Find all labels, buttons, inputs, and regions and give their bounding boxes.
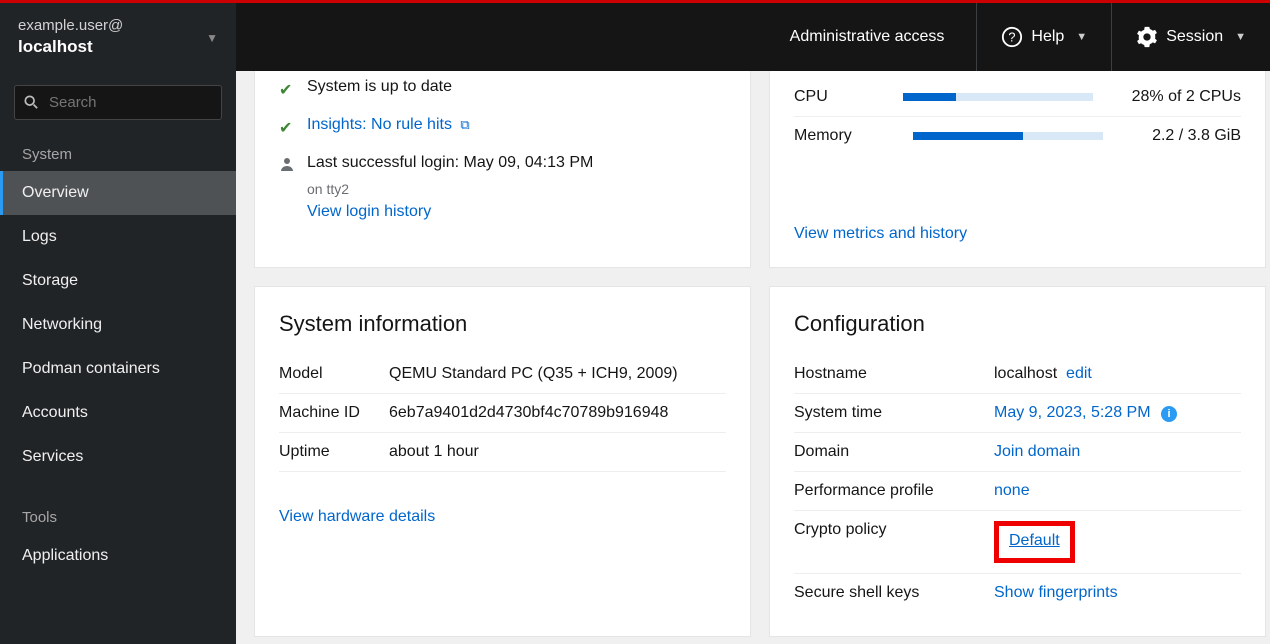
metrics-link[interactable]: View metrics and history [794,225,967,243]
sysinfo-model-v: QEMU Standard PC (Q35 + ICH9, 2009) [389,355,726,394]
health-card: ✔ System is up to date ✔ Insights: No ru… [254,71,751,268]
nav-podman[interactable]: Podman containers [0,347,236,391]
login-history-link[interactable]: View login history [307,203,431,221]
systime-k: System time [794,394,994,433]
domain-k: Domain [794,433,994,472]
nav-services[interactable]: Services [0,435,236,479]
crypto-policy-link[interactable]: Default [1009,532,1060,549]
help-button[interactable]: ? Help ▼ [976,3,1111,71]
hostname-v: localhost [994,365,1057,382]
health-uptodate: System is up to date [307,78,452,96]
crypto-highlight: Default [994,521,1075,563]
help-label: Help [1031,28,1064,46]
hostname-k: Hostname [794,355,994,394]
config-card: Configuration Hostname localhost edit Sy… [769,286,1266,637]
sidebar: System Overview Logs Storage Networking … [0,71,236,644]
config-title: Configuration [794,311,1241,337]
session-button[interactable]: Session ▼ [1111,3,1270,71]
check-icon: ✔ [279,80,297,100]
nav-logs[interactable]: Logs [0,215,236,259]
crypto-k: Crypto policy [794,511,994,574]
cpu-value: 28% of 2 CPUs [1132,88,1241,106]
nav-overview[interactable]: Overview [0,171,236,215]
last-login-subtext: on tty2 [307,181,726,197]
admin-access-button[interactable]: Administrative access [766,3,977,71]
usage-card: CPU 28% of 2 CPUs Memory 2.2 / 3.8 GiB V… [769,71,1266,268]
nav-section-tools: Tools [0,497,236,534]
perf-k: Performance profile [794,472,994,511]
user-icon [279,156,297,177]
host-name: localhost [18,36,123,58]
check-icon: ✔ [279,118,297,138]
sysinfo-machineid-v: 6eb7a9401d2d4730bf4c70789b916948 [389,394,726,433]
nav-storage[interactable]: Storage [0,259,236,303]
hardware-details-link[interactable]: View hardware details [279,508,435,526]
sshkeys-k: Secure shell keys [794,574,994,613]
chevron-down-icon: ▼ [206,31,218,45]
memory-label: Memory [794,127,864,145]
session-label: Session [1166,28,1223,46]
sysinfo-machineid-k: Machine ID [279,394,389,433]
topbar: example.user@ localhost ▼ Administrative… [0,0,1270,71]
admin-access-label: Administrative access [790,28,945,46]
sysinfo-uptime-v: about 1 hour [389,433,726,472]
main-content: ✔ System is up to date ✔ Insights: No ru… [236,71,1270,644]
external-link-icon: ⧉ [460,117,469,132]
chevron-down-icon: ▼ [1076,31,1087,43]
nav-accounts[interactable]: Accounts [0,391,236,435]
gear-icon [1136,26,1158,48]
join-domain-link[interactable]: Join domain [994,443,1080,460]
nav-applications[interactable]: Applications [0,534,236,578]
search-input[interactable] [14,85,222,120]
sysinfo-title: System information [279,311,726,337]
cpu-bar [903,93,1093,101]
hostname-edit-link[interactable]: edit [1066,365,1092,382]
sysinfo-card: System information ModelQEMU Standard PC… [254,286,751,637]
host-user: example.user@ [18,16,123,36]
perf-profile-link[interactable]: none [994,482,1030,499]
systime-link[interactable]: May 9, 2023, 5:28 PM [994,404,1151,421]
svg-text:?: ? [1009,30,1016,45]
nav-section-system: System [0,134,236,171]
info-icon[interactable]: i [1161,406,1177,422]
ssh-fingerprints-link[interactable]: Show fingerprints [994,584,1118,601]
help-icon: ? [1001,26,1023,48]
host-selector[interactable]: example.user@ localhost ▼ [0,3,236,71]
memory-bar [913,132,1103,140]
sysinfo-model-k: Model [279,355,389,394]
chevron-down-icon: ▼ [1235,31,1246,43]
insights-link[interactable]: Insights: No rule hits ⧉ [307,116,470,134]
memory-value: 2.2 / 3.8 GiB [1152,127,1241,145]
cpu-label: CPU [794,88,864,106]
search-icon [24,95,38,114]
last-login-text: Last successful login: May 09, 04:13 PM [307,154,593,172]
sysinfo-uptime-k: Uptime [279,433,389,472]
nav-networking[interactable]: Networking [0,303,236,347]
